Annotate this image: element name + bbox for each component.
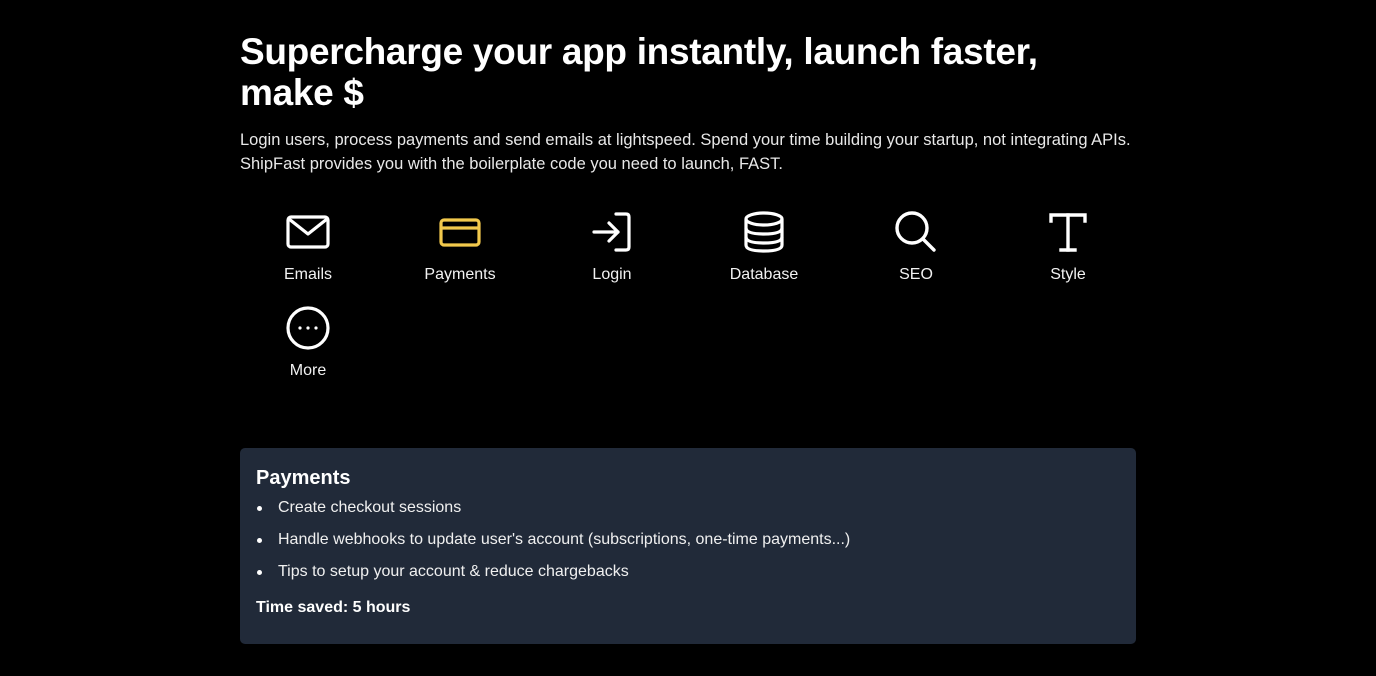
panel-list: Create checkout sessions Handle webhooks… bbox=[256, 498, 1120, 582]
feature-database[interactable]: Database bbox=[696, 204, 832, 300]
feature-label: Login bbox=[592, 266, 632, 283]
feature-payments[interactable]: Payments bbox=[392, 204, 528, 300]
more-icon bbox=[284, 304, 332, 352]
search-icon bbox=[892, 208, 940, 256]
feature-seo[interactable]: SEO bbox=[848, 204, 984, 300]
hero-description: Login users, process payments and send e… bbox=[240, 131, 1131, 173]
feature-label: Payments bbox=[424, 266, 496, 283]
text-style-icon bbox=[1044, 208, 1092, 256]
database-icon bbox=[740, 208, 788, 256]
list-item: Create checkout sessions bbox=[257, 498, 1120, 518]
login-icon bbox=[588, 208, 636, 256]
feature-grid: Emails Payments Login Database SEO Style… bbox=[240, 204, 1152, 396]
credit-card-icon bbox=[436, 208, 484, 256]
hero-title: Supercharge your app instantly, launch f… bbox=[240, 31, 1038, 113]
feature-label: More bbox=[289, 362, 327, 379]
feature-label: SEO bbox=[899, 266, 933, 283]
list-item: Tips to setup your account & reduce char… bbox=[257, 562, 1120, 582]
panel-title: Payments bbox=[256, 467, 351, 489]
feature-more[interactable]: More bbox=[240, 300, 376, 396]
feature-style[interactable]: Style bbox=[1000, 204, 1136, 300]
feature-label: Emails bbox=[283, 266, 332, 283]
feature-label: Database bbox=[729, 266, 799, 283]
feature-detail-panel: Payments Create checkout sessions Handle… bbox=[240, 448, 1136, 644]
feature-login[interactable]: Login bbox=[544, 204, 680, 300]
mail-icon bbox=[284, 208, 332, 256]
time-saved: Time saved: 5 hours bbox=[256, 599, 411, 616]
feature-label: Style bbox=[1050, 266, 1086, 283]
list-item: Handle webhooks to update user's account… bbox=[257, 530, 1120, 550]
feature-emails[interactable]: Emails bbox=[240, 204, 376, 300]
